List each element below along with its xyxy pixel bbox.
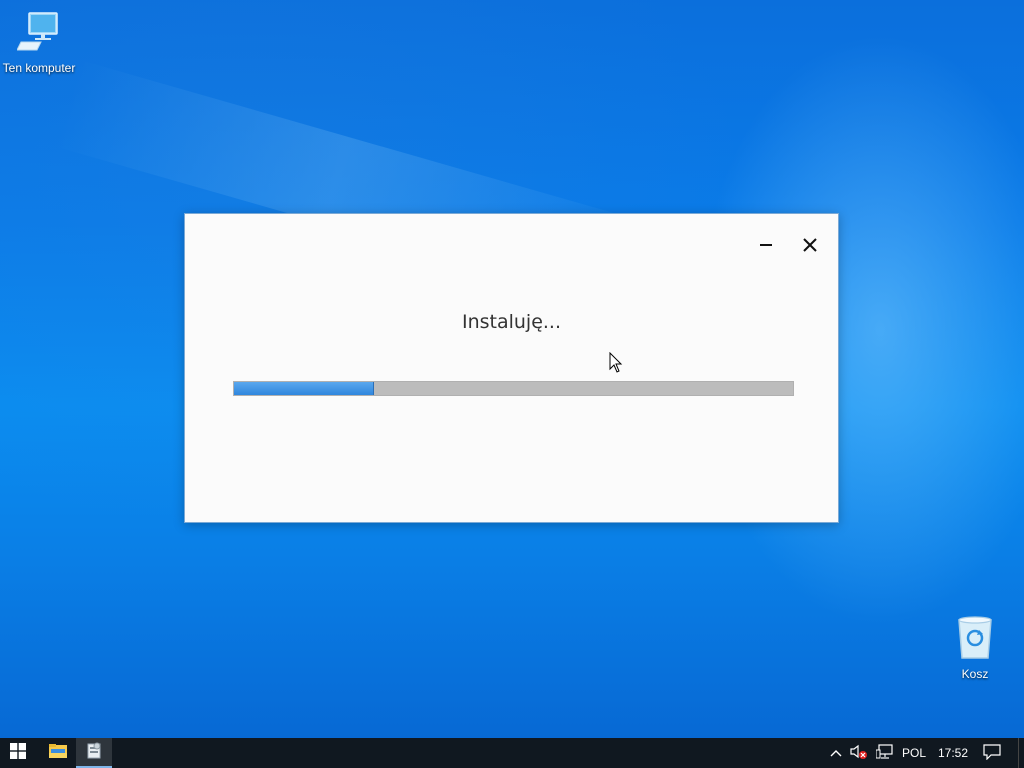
desktop-icon-recycle-bin[interactable]: Kosz bbox=[936, 614, 1014, 681]
file-explorer-taskbar-button[interactable] bbox=[40, 738, 76, 768]
windows-logo-icon bbox=[10, 742, 26, 764]
install-progress-bar bbox=[233, 381, 794, 396]
start-button[interactable] bbox=[0, 738, 36, 768]
install-status-text: Instaluję... bbox=[461, 311, 562, 333]
installer-taskbar-button[interactable] bbox=[76, 738, 112, 768]
folder-icon bbox=[49, 743, 67, 764]
close-icon bbox=[797, 238, 823, 262]
close-button[interactable] bbox=[797, 232, 823, 258]
show-desktop-button[interactable] bbox=[1018, 738, 1024, 768]
minimize-icon bbox=[753, 244, 779, 262]
recycle-bin-icon bbox=[936, 614, 1014, 663]
volume-button[interactable] bbox=[848, 738, 870, 768]
notification-icon bbox=[983, 743, 1001, 763]
taskbar: POL 17:52 bbox=[0, 738, 1024, 768]
minimize-button[interactable] bbox=[753, 232, 779, 258]
action-center-button[interactable] bbox=[978, 738, 1006, 768]
taskbar-clock[interactable]: 17:52 bbox=[934, 738, 972, 768]
installer-icon bbox=[85, 741, 103, 764]
show-hidden-icons-button[interactable] bbox=[826, 738, 846, 768]
desktop-icon-this-pc[interactable]: Ten komputer bbox=[0, 10, 78, 75]
network-icon bbox=[875, 743, 894, 763]
chevron-up-icon bbox=[830, 746, 842, 760]
volume-muted-icon bbox=[850, 744, 868, 763]
desktop-icon-label: Ten komputer bbox=[2, 61, 76, 75]
input-language-indicator[interactable]: POL bbox=[898, 738, 930, 768]
mouse-cursor-icon bbox=[609, 351, 623, 379]
desktop: Ten komputer Kosz Instaluję... bbox=[0, 0, 1024, 738]
computer-icon bbox=[0, 10, 78, 57]
installer-window: Instaluję... bbox=[184, 213, 839, 523]
network-button[interactable] bbox=[874, 738, 896, 768]
install-progress-fill bbox=[234, 382, 374, 395]
desktop-icon-label: Kosz bbox=[961, 667, 989, 681]
